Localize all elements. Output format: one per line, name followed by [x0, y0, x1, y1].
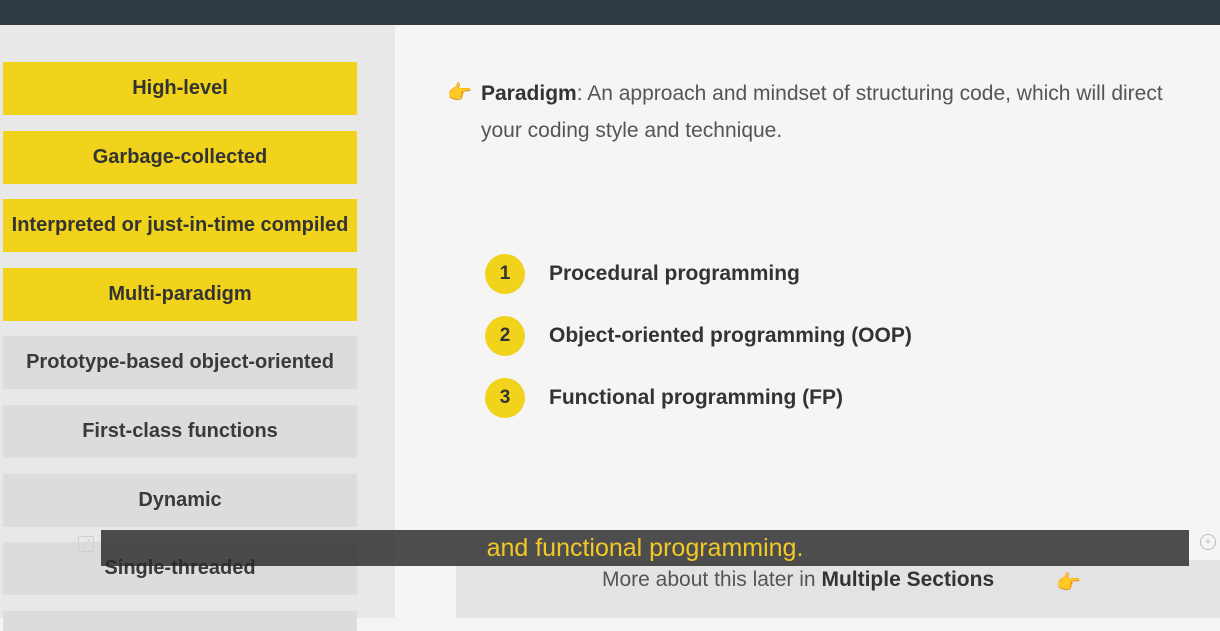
top-bar — [0, 0, 1220, 25]
paradigm-definition: Paradigm: An approach and mindset of str… — [481, 75, 1181, 149]
definition-text: : An approach and mindset of structuring… — [481, 82, 1163, 142]
plus-circle-icon[interactable]: + — [1200, 534, 1216, 550]
caption-text: and functional programming. — [486, 533, 804, 562]
subtitle-caption: and functional programming. — [101, 530, 1189, 566]
sidebar-item-high-level: High-level — [3, 62, 357, 115]
list-item: 3 Functional programming (FP) — [485, 378, 843, 418]
list-item: 2 Object-oriented programming (OOP) — [485, 316, 912, 356]
list-item-label: Functional programming (FP) — [549, 386, 843, 409]
pointing-hand-icon: 👉 — [1056, 572, 1081, 594]
list-item: 1 Procedural programming — [485, 254, 800, 294]
list-item-label: Procedural programming — [549, 262, 800, 285]
number-badge: 3 — [485, 378, 525, 418]
number-badge: 1 — [485, 254, 525, 294]
number-badge: 2 — [485, 316, 525, 356]
sidebar-item-interpreted: Interpreted or just-in-time compiled — [3, 199, 357, 252]
sidebar-item-garbage-collected: Garbage-collected — [3, 131, 357, 184]
expand-icon[interactable]: ⤢ — [78, 536, 94, 552]
pointing-hand-icon: 👉 — [447, 82, 472, 104]
sidebar-item-first-class: First-class functions — [3, 405, 357, 458]
more-later-box: More about this later in Multiple Sectio… — [456, 560, 1220, 618]
sidebar-item-multi-paradigm: Multi-paradigm — [3, 268, 357, 321]
list-item-label: Object-oriented programming (OOP) — [549, 324, 912, 347]
sidebar-item-partial — [3, 611, 357, 631]
sidebar-item-dynamic: Dynamic — [3, 474, 357, 527]
more-later-text: More about this later in Multiple Sectio… — [602, 568, 995, 591]
definition-term: Paradigm — [481, 82, 577, 105]
sidebar-item-prototype: Prototype-based object-oriented — [3, 336, 357, 389]
